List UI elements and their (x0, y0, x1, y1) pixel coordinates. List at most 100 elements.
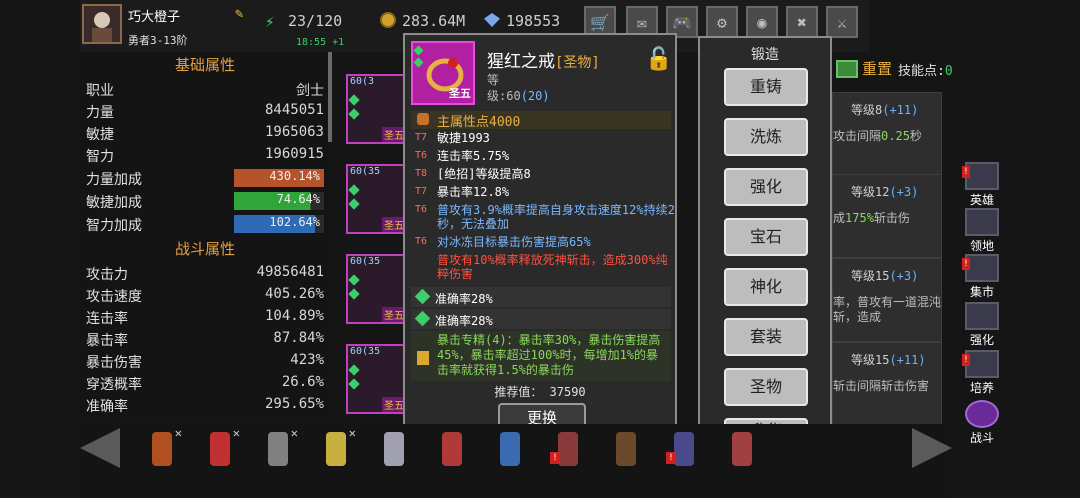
settings-button[interactable]: ⚙ (706, 6, 738, 38)
stat-value: 剑士 (296, 83, 324, 99)
avatar-portrait-icon (84, 6, 120, 42)
nav-train[interactable]: 培养 ! (958, 350, 1006, 396)
reset-button[interactable]: 重置 (862, 58, 892, 79)
skill-card[interactable]: 等级12(+3) 成175%斩击伤 (832, 174, 942, 258)
hero-portrait[interactable]: ! (548, 426, 588, 470)
market-icon (965, 254, 999, 282)
skill-level: 等级15(+3) (851, 267, 918, 284)
recast-button[interactable]: 重铸 (724, 68, 808, 106)
hero-sprite-icon (674, 432, 694, 466)
gold-coin-icon (380, 12, 396, 28)
palette-icon: ◉ (757, 12, 767, 32)
stat-value: 405.26% (264, 286, 324, 302)
main-attribute: 主属性点4000 (411, 111, 671, 130)
stat-row-intellect: 智力 1960915 (86, 144, 324, 166)
stat-label: 敏捷加成 (86, 195, 142, 211)
relic-button[interactable]: 圣物 (724, 368, 808, 406)
affix-tier: T6 (415, 150, 428, 161)
item-level-bonus: (20) (520, 89, 550, 103)
nav-battle[interactable]: 战斗 (958, 400, 1006, 446)
stats-scrollbar[interactable] (328, 52, 332, 142)
swords-button[interactable]: ⚔ (826, 6, 858, 38)
item-tooltip: 圣五 猩红之戒[圣物] 🔓 等 级:60(20) 主属性点4000 T7 敏捷19… (403, 33, 677, 438)
swords-icon: ⚔ (837, 12, 847, 32)
palette-button[interactable]: ◉ (746, 6, 778, 38)
skill-desc-text: 秒 (909, 129, 922, 143)
gem-icon (414, 310, 431, 327)
equipment-level: 60(35 (350, 166, 381, 177)
equipment-slot[interactable]: 60(35 圣五 (346, 344, 408, 414)
stat-label: 攻击力 (86, 267, 128, 283)
hero-sprite-icon (732, 432, 752, 466)
skill-card[interactable]: 等级15(+11) 斩击间隔斩击伤害 (832, 342, 942, 426)
stat-value: 87.84% (273, 330, 324, 346)
enhance-button[interactable]: 强化 (724, 168, 808, 206)
gem-socket-icon (348, 198, 360, 210)
stat-label: 力量加成 (86, 172, 142, 188)
hero-portrait[interactable] (432, 426, 472, 470)
skill-card[interactable]: 等级8(+11) 攻击间隔0.25秒 (832, 92, 942, 176)
equipment-slot[interactable]: 60(3 圣五 (346, 74, 408, 144)
set-button[interactable]: 套装 (724, 318, 808, 356)
gem-socket-icon (348, 378, 360, 390)
gold-value: 283.64M (402, 12, 466, 30)
refine-button[interactable]: 洗炼 (724, 118, 808, 156)
alert-icon: ! (962, 258, 970, 270)
stat-row-agility-bonus: 敏捷加成 74.64% (86, 190, 324, 212)
item-rarity: [圣物] (555, 55, 600, 71)
skill-card[interactable]: 等级15(+3) 率，普攻有一道混沌斩，造成 (832, 258, 942, 342)
player-name: 巧大橙子 (128, 10, 181, 25)
nav-market[interactable]: 集市 ! (958, 254, 1006, 300)
player-rank: 勇者3-13阶 (128, 34, 188, 47)
hero-sprite-icon (616, 432, 636, 466)
equipment-level: 60(35 (350, 256, 381, 267)
hero-portrait[interactable] (722, 426, 762, 470)
locked-feature-button[interactable]: ✖ (786, 6, 818, 38)
hero-portrait[interactable]: ! (664, 426, 704, 470)
stat-label: 暴击率 (86, 333, 128, 349)
gem-button[interactable]: 宝石 (724, 218, 808, 256)
nav-territory[interactable]: 领地 (958, 208, 1006, 254)
deify-button[interactable]: 神化 (724, 268, 808, 306)
nav-hero[interactable]: 英雄 ! (958, 162, 1006, 208)
unlock-icon[interactable]: 🔓 (645, 47, 672, 72)
skill-level-bonus: (+3) (889, 269, 919, 283)
nav-label: 战斗 (969, 431, 994, 445)
set-bonus: 暴击专精(4)：暴击率30%，暴击伤害提高45%，暴击率超过100%时，每增加1… (411, 331, 671, 381)
skill-desc-text: 斩击间隔斩击伤害 (833, 379, 930, 393)
gem-text: 准确率28% (435, 314, 493, 328)
player-avatar[interactable] (82, 4, 122, 44)
stat-row-attack: 攻击力 49856481 (86, 262, 324, 284)
hero-sprite-icon (268, 432, 288, 466)
hero-portrait[interactable]: ✕ (258, 426, 298, 470)
hero-portrait[interactable]: ✕ (142, 426, 182, 470)
nav-label: 培养 (969, 381, 994, 395)
stat-row-penetration: 穿透概率 26.6% (86, 372, 324, 394)
nav-enhance[interactable]: 强化 (958, 302, 1006, 348)
hero-portrait[interactable]: ✕ (316, 426, 356, 470)
hero-portrait[interactable] (490, 426, 530, 470)
energy-timer: 18:55 +1 (296, 37, 345, 48)
hero-portrait[interactable] (606, 426, 646, 470)
equipment-slot[interactable]: 60(35 圣五 (346, 164, 408, 234)
hero-sprite-icon (152, 432, 172, 466)
gem-row: 准确率28% (411, 287, 671, 307)
gems-value: 198553 (506, 12, 561, 30)
skill-level: 等级15(+11) (851, 351, 926, 368)
stat-label: 智力 (86, 149, 114, 165)
hero-portrait[interactable] (374, 426, 414, 470)
item-name: 猩红之戒 (487, 52, 555, 72)
skill-points-label: 技能点: (898, 64, 945, 79)
ring-icon: 圣五 (411, 41, 475, 105)
stat-row-attack-speed: 攻击速度 405.26% (86, 284, 324, 306)
edit-name-icon[interactable]: ✎ (235, 6, 251, 22)
gem-socket-icon (348, 364, 360, 376)
hero-icon (965, 162, 999, 190)
alert-icon: ! (550, 452, 560, 464)
hero-portrait[interactable]: ✕ (200, 426, 240, 470)
gem-socket-icon (348, 94, 360, 106)
affix-text: 连击率5.75% (437, 149, 510, 163)
deployed-x-icon: ✕ (290, 426, 298, 440)
reset-icon[interactable] (836, 60, 858, 78)
equipment-slot[interactable]: 60(35 圣五 (346, 254, 408, 324)
